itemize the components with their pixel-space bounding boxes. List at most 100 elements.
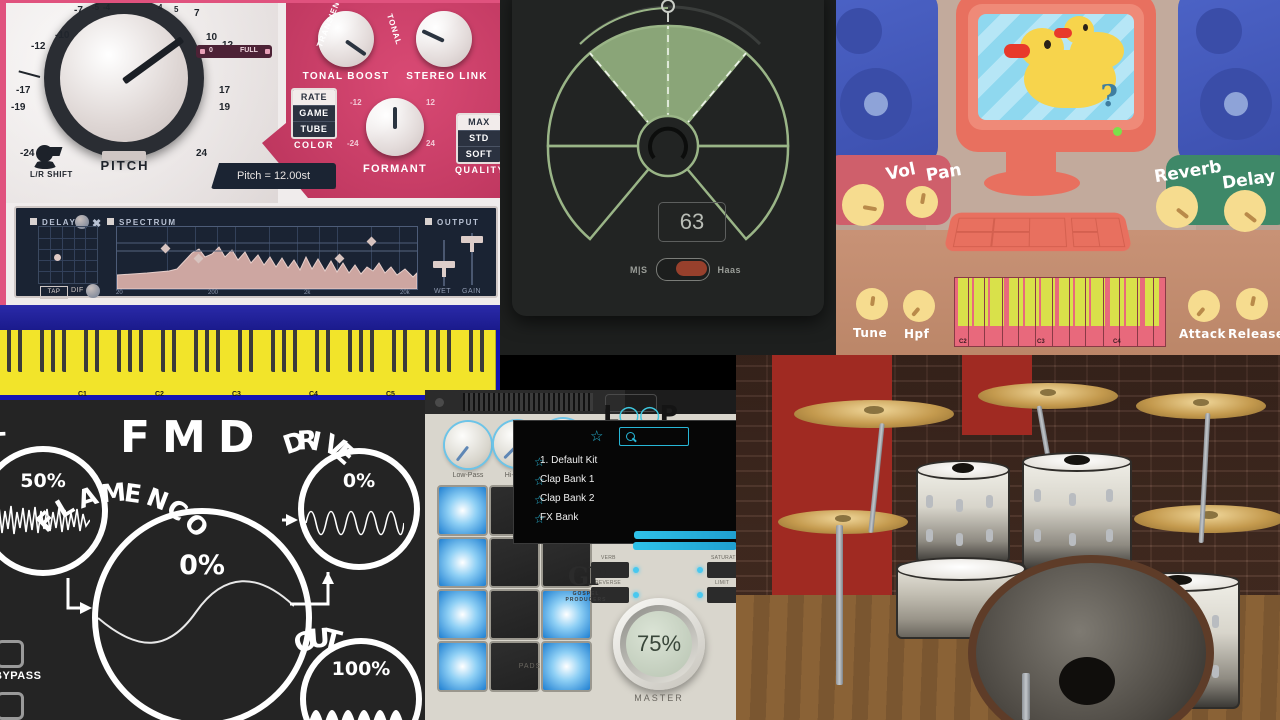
cartoon-mini-keyboard[interactable]: C2 C3 C4 xyxy=(954,277,1166,347)
hpf-knob[interactable] xyxy=(903,290,935,322)
limit-led xyxy=(697,592,703,598)
cartoon-octave-c3: C3 xyxy=(1037,339,1045,345)
spectrum-display[interactable] xyxy=(116,226,418,290)
stereo-widener-panel: 63 M|S Haas xyxy=(500,0,836,355)
secondary-toggle-button[interactable] xyxy=(0,692,24,720)
quality-option-soft[interactable]: SOFT xyxy=(458,147,500,162)
wet-fader-handle[interactable] xyxy=(433,261,455,277)
quality-label: QUALITY xyxy=(455,165,500,175)
pitch-tick-label-19: 19 xyxy=(219,102,231,113)
stereo-link-label: STEREO LINK xyxy=(406,71,488,82)
freq-tick-20: 20 xyxy=(116,290,123,296)
tonal-boost-label: TONAL BOOST xyxy=(302,71,390,82)
piano-keyboard-strip[interactable]: C1 C2 C3 C4 C5 xyxy=(0,305,500,400)
delay-checkbox[interactable] xyxy=(30,218,37,225)
low-pass-knob[interactable] xyxy=(445,422,491,468)
bass-drum-pedal-post xyxy=(1022,673,1030,720)
crash-cymbal-right xyxy=(1136,393,1266,419)
widener-mode-toggle[interactable] xyxy=(655,258,710,281)
pan-knob[interactable] xyxy=(906,186,938,218)
delay-knob[interactable] xyxy=(1224,190,1266,232)
stereo-link-knob[interactable] xyxy=(416,11,472,67)
cartoon-octave-c4: C4 xyxy=(1113,339,1121,345)
stereo-link-max-label: FULL xyxy=(240,47,258,54)
dif-knob[interactable] xyxy=(86,284,100,298)
favorite-star-icon[interactable]: ☆ xyxy=(590,427,603,445)
tune-knob-pointer xyxy=(870,295,876,307)
fmd-distortion-panel: FMD 50% INPUT 0% DRIVE 0% FLAMENCO 1 xyxy=(0,400,425,720)
kit-item-clap2[interactable]: Clap Bank 2 xyxy=(540,493,594,504)
widener-value[interactable]: 63 xyxy=(658,202,726,242)
reverb-knob[interactable] xyxy=(1156,186,1198,228)
reverb-knob-pointer xyxy=(1175,207,1190,220)
crash-cymbal-left xyxy=(794,400,954,428)
widener-mode-haas-label: Haas xyxy=(717,264,742,275)
pitch-tick-label-24: 24 xyxy=(196,148,208,159)
toggle-thumb xyxy=(675,261,707,276)
pitch-tick-label-5: 5 xyxy=(174,5,179,14)
keyboard-backdrop xyxy=(0,305,500,330)
saturate-button[interactable] xyxy=(707,562,737,578)
speaker-tweeter xyxy=(1196,8,1242,54)
ride-cymbal xyxy=(1134,505,1280,533)
search-input[interactable] xyxy=(619,427,689,446)
octave-label-c4: C4 xyxy=(309,391,318,398)
color-option-tube[interactable]: TUBE xyxy=(293,122,335,137)
quality-option-max[interactable]: MAX xyxy=(458,115,500,131)
vol-knob[interactable] xyxy=(842,184,884,226)
widener-mode-row: M|S Haas xyxy=(630,258,741,281)
color-option-rate[interactable]: RATE xyxy=(293,90,335,106)
low-pass-label: Low-Pass xyxy=(452,472,484,479)
white-key[interactable] xyxy=(484,330,496,395)
output-checkbox[interactable] xyxy=(425,218,432,225)
rack-tom-1 xyxy=(916,460,1010,564)
pitch-knob-label: PITCH xyxy=(100,158,150,173)
pitch-knob[interactable] xyxy=(44,3,204,158)
pad-4[interactable] xyxy=(437,537,488,588)
pad-7[interactable] xyxy=(437,589,488,640)
pad-1[interactable] xyxy=(437,485,488,536)
delay-xy-pad[interactable] xyxy=(38,226,98,284)
spectrum-checkbox[interactable] xyxy=(107,218,114,225)
octave-label-c3: C3 xyxy=(232,391,241,398)
attack-knob[interactable] xyxy=(1188,290,1220,322)
freq-tick-200: 200 xyxy=(208,290,219,296)
limit-button[interactable] xyxy=(707,587,737,603)
color-option-game[interactable]: GAME xyxy=(293,106,335,122)
lr-shift-control[interactable]: L/R SHIFT xyxy=(30,145,72,185)
kit-item-clap1[interactable]: Clap Bank 1 xyxy=(540,474,594,485)
help-question-mark[interactable]: ? xyxy=(1100,79,1118,114)
monitor-base xyxy=(984,170,1080,196)
kit-item-default[interactable]: 1. Default Kit xyxy=(540,455,597,466)
computer-keyboard xyxy=(943,212,1133,252)
quality-option-std[interactable]: STD xyxy=(458,131,500,147)
pad-5[interactable] xyxy=(489,537,540,588)
bypass-button[interactable] xyxy=(0,640,24,668)
saturate-led xyxy=(697,567,703,573)
tune-knob[interactable] xyxy=(856,288,888,320)
vent-grille xyxy=(463,393,593,411)
tune-label: Tune xyxy=(853,326,888,340)
drum-kit-panel xyxy=(736,355,1280,720)
color-selector[interactable]: RATE GAME TUBE xyxy=(291,88,337,139)
octave-label-c2: C2 xyxy=(155,391,164,398)
attack-knob-pointer xyxy=(1196,306,1206,317)
formant-knob[interactable] xyxy=(366,98,424,156)
tap-button[interactable]: TAP xyxy=(40,286,68,299)
quality-selector[interactable]: MAX STD SOFT xyxy=(456,113,500,164)
stereo-link-min-marker xyxy=(200,49,205,54)
waveform-bar-2 xyxy=(633,542,737,550)
monitor-screen[interactable]: ? xyxy=(978,14,1134,120)
delay-xy-handle[interactable] xyxy=(54,254,61,261)
kit-browser-lcd[interactable]: ☆ ☆ 1. Default Kit ☆ Clap Bank 1 ☆ Clap … xyxy=(513,420,737,544)
kit-item-fx[interactable]: FX Bank xyxy=(540,512,578,523)
saturate-label: SATURATE xyxy=(711,555,737,561)
pad-8[interactable] xyxy=(489,589,540,640)
master-knob[interactable]: 75% xyxy=(613,598,705,690)
power-led xyxy=(1113,127,1122,136)
release-knob[interactable] xyxy=(1236,288,1268,320)
formant-tick-24: 24 xyxy=(426,139,435,148)
gain-fader-handle[interactable] xyxy=(461,236,483,252)
plugin-collage: PITCH -24 -19 -17 -12 -10 -7 -5 -4 4 5 7… xyxy=(0,0,1280,720)
stereo-link-range-strip: 0 FULL xyxy=(196,45,272,58)
